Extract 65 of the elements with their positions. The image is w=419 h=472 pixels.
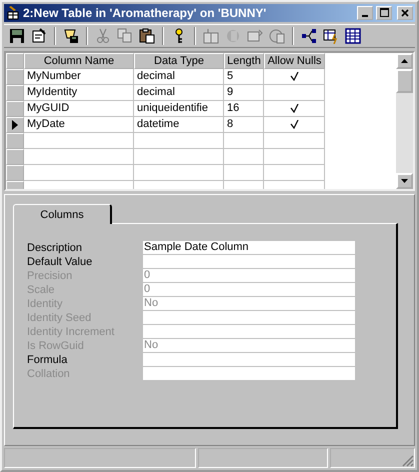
table-cell[interactable] — [224, 132, 264, 149]
column-header[interactable]: Column Name — [24, 52, 134, 69]
property-label: Description — [27, 241, 84, 256]
property-field: 0 — [143, 283, 355, 298]
checkbox-cell[interactable] — [264, 148, 325, 165]
checkbox-cell[interactable] — [264, 116, 325, 133]
checkbox-cell[interactable] — [264, 84, 325, 101]
table-cell[interactable]: MyDate — [24, 116, 134, 133]
table-cell[interactable]: uniqueidentifie — [134, 100, 224, 117]
row-header[interactable] — [6, 116, 24, 133]
up-arrow-icon[interactable] — [401, 58, 408, 63]
table-cell[interactable]: 5 — [224, 68, 264, 85]
table-cell[interactable]: 8 — [224, 116, 264, 133]
table-cell[interactable]: MyGUID — [24, 100, 134, 117]
table-lightning-icon[interactable] — [323, 28, 339, 44]
grid-table-icon[interactable] — [345, 28, 361, 44]
property-field: No — [143, 339, 355, 354]
table-cell[interactable] — [134, 164, 224, 181]
minimize-icon — [362, 14, 368, 17]
scroll-disk-icon[interactable] — [63, 28, 79, 44]
table-icon — [6, 6, 20, 20]
table-cell[interactable]: MyNumber — [24, 68, 134, 85]
close-icon — [401, 8, 409, 17]
maximize-button[interactable] — [376, 6, 392, 20]
column-header[interactable]: Data Type — [134, 52, 224, 69]
checkbox-cell[interactable] — [264, 100, 325, 117]
table-cell[interactable] — [224, 164, 264, 181]
property-field[interactable] — [143, 353, 355, 368]
table-cell[interactable] — [24, 164, 134, 181]
current-row-icon — [12, 120, 18, 130]
minimize-button[interactable] — [357, 6, 373, 20]
table-cell[interactable]: decimal — [134, 68, 224, 85]
scroll-thumb[interactable] — [396, 68, 413, 93]
table-cell[interactable]: MyIdentity — [24, 84, 134, 101]
window-title: 2:New Table in 'Aromatherapy' on 'BUNNY' — [23, 6, 268, 20]
table-cell[interactable] — [134, 148, 224, 165]
property-field[interactable]: Sample Date Column — [143, 241, 355, 256]
properties-icon[interactable] — [31, 28, 47, 44]
property-field[interactable] — [143, 255, 355, 270]
tab[interactable]: Columns — [13, 204, 112, 224]
check-icon — [290, 72, 298, 81]
column-header[interactable]: Allow Nulls — [264, 52, 325, 69]
checkbox-cell[interactable] — [264, 132, 325, 149]
clipboard-icon[interactable] — [139, 28, 155, 44]
close-button[interactable] — [397, 6, 413, 20]
table-cell[interactable]: datetime — [134, 116, 224, 133]
table-cell[interactable]: 9 — [224, 84, 264, 101]
checkbox-cell[interactable] — [264, 164, 325, 181]
property-label: Formula — [27, 353, 68, 368]
column-header[interactable]: Length — [224, 52, 264, 69]
relationship-icon[interactable] — [301, 28, 317, 44]
table-cell[interactable] — [24, 132, 134, 149]
down-arrow-icon[interactable] — [401, 179, 408, 184]
scrollbar[interactable] — [396, 52, 413, 190]
resize-grip-icon[interactable] — [402, 455, 414, 467]
property-field: No — [143, 297, 355, 312]
property-label: Default Value — [27, 255, 94, 270]
property-field: 0 — [143, 269, 355, 284]
table-cell[interactable] — [134, 132, 224, 149]
table-cell[interactable] — [24, 148, 134, 165]
maximize-icon — [380, 8, 388, 18]
table-cell[interactable] — [224, 148, 264, 165]
table-cell[interactable]: 16 — [224, 100, 264, 117]
checkbox-cell[interactable] — [264, 68, 325, 85]
table-cell[interactable]: decimal — [134, 84, 224, 101]
